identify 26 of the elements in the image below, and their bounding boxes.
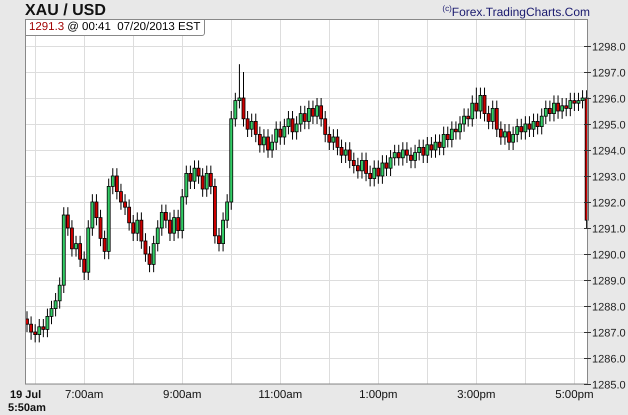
axis-label: 1298.0 <box>592 42 626 54</box>
axis-label: 3:00pm <box>457 389 496 401</box>
axis-label: 1291.0 <box>592 224 626 236</box>
axis-label: 1286.0 <box>592 354 626 366</box>
axis-label: 1296.0 <box>592 94 626 106</box>
axis-label: 1:00pm <box>359 389 398 401</box>
timestamp: @ 00:41 07/20/2013 EST <box>67 20 200 34</box>
axis-label: 5:50am <box>8 402 46 414</box>
axis-label: 1288.0 <box>592 302 626 314</box>
axis-label: 1287.0 <box>592 328 626 340</box>
site-credit: $^{(c)}$Forex.TradingCharts.Com <box>442 3 590 19</box>
axis-label: 1297.0 <box>592 68 626 80</box>
axis-label: 1290.0 <box>592 250 626 262</box>
axis-label: 1294.0 <box>592 146 626 158</box>
axis-label: 1293.0 <box>592 172 626 184</box>
axis-label: 9:00am <box>163 389 202 401</box>
axis-label: 1289.0 <box>592 276 626 288</box>
axis-label: 19 Jul <box>10 389 42 401</box>
axis-label: 1295.0 <box>592 120 626 132</box>
axis-label: 5:00pm <box>555 389 594 401</box>
axis-label: 11:00am <box>258 389 302 401</box>
last-price: 1291.3 <box>29 20 64 34</box>
axis-label: 1292.0 <box>592 198 626 210</box>
axis-label: 1285.0 <box>592 380 626 392</box>
chart-title: XAU / USD <box>25 2 106 19</box>
axis-label: 7:00am <box>65 389 104 401</box>
